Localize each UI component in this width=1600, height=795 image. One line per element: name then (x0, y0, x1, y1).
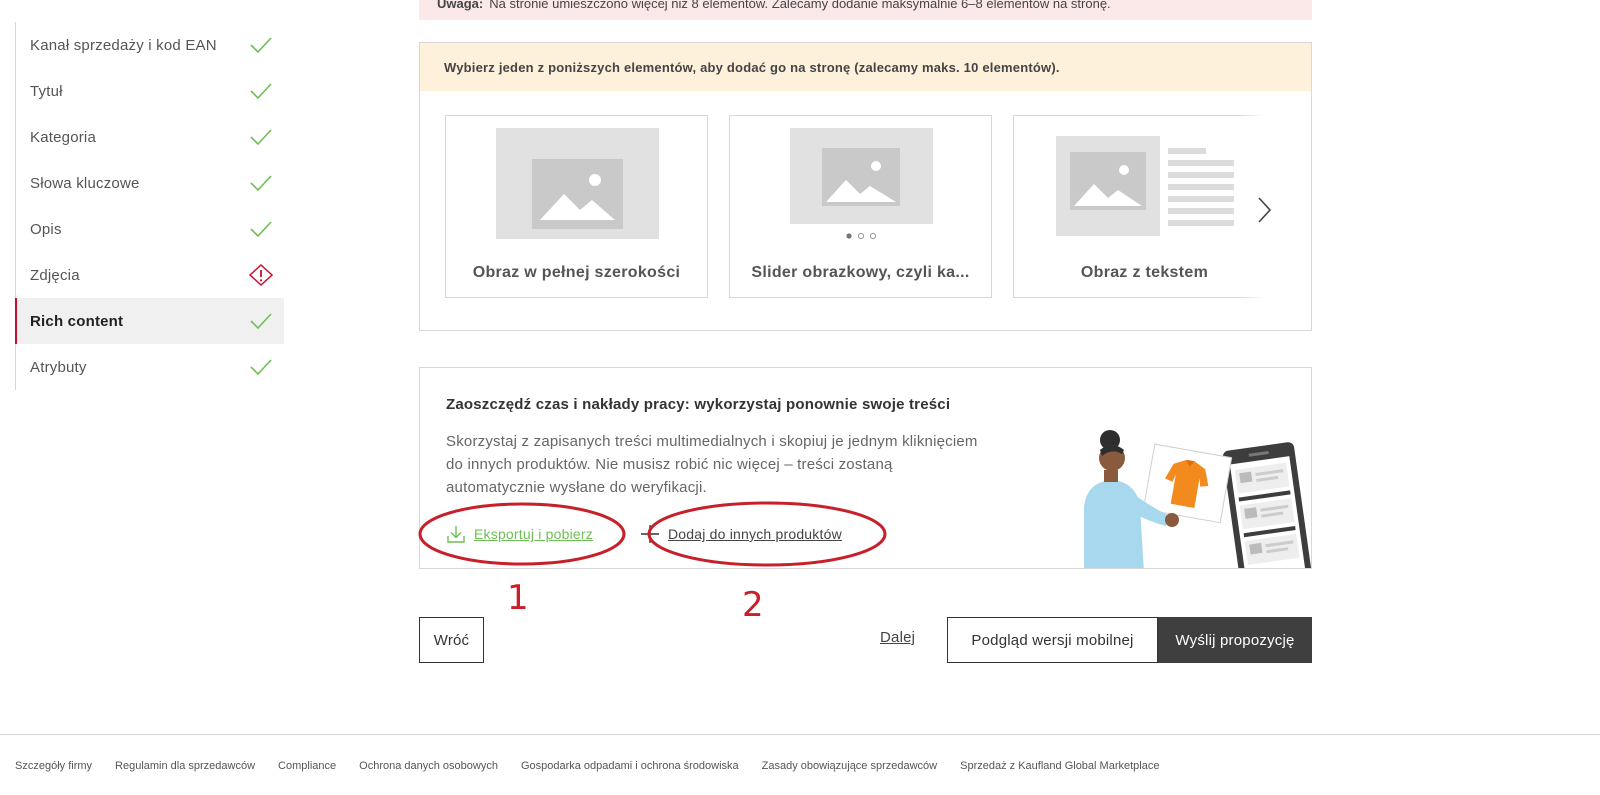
sidebar-item-label: Słowa kluczowe (30, 174, 140, 192)
footer-link-global-marketplace[interactable]: Sprzedaż z Kaufland Global Marketplace (960, 760, 1159, 772)
sidebar-item-attributes[interactable]: Atrybuty (16, 344, 284, 390)
sidebar-item-label: Tytuł (30, 82, 63, 100)
reuse-description-line: do innych produktów. Nie musisz robić ni… (446, 456, 893, 473)
check-icon (250, 37, 272, 54)
sidebar-item-label: Kategoria (30, 128, 97, 146)
element-chooser: Wybierz jeden z poniższych elementów, ab… (419, 42, 1312, 331)
sidebar-item-title[interactable]: Tytuł (16, 68, 284, 114)
sidebar-item-label: Rich content (30, 312, 124, 330)
footer-link-data-protection[interactable]: Ochrona danych osobowych (359, 760, 498, 772)
footer-link-seller-terms[interactable]: Regulamin dla sprzedawców (115, 760, 255, 772)
warning-diamond-icon (249, 264, 273, 286)
mobile-preview-button[interactable]: Podgląd wersji mobilnej (947, 617, 1158, 663)
tile-label: Obraz z tekstem (1080, 264, 1209, 281)
footer-link-seller-policies[interactable]: Zasady obowiązujące sprzedawców (762, 760, 937, 772)
sidebar-item-label: Kanał sprzedaży i kod EAN (30, 36, 217, 54)
chevron-right-icon (1258, 197, 1272, 223)
sidebar-item-description[interactable]: Opis (16, 206, 284, 252)
alert-text: Na stronie umieszczono więcej niż 8 elem… (489, 0, 1111, 11)
check-icon (250, 221, 272, 238)
step-sidebar: Kanał sprzedaży i kod EAN Tytuł Kategori… (15, 22, 284, 390)
annotation-number-2: 2 (742, 585, 764, 625)
check-icon (250, 129, 272, 146)
submit-proposal-button[interactable]: Wyślij propozycję (1158, 617, 1312, 663)
sidebar-item-label: Atrybuty (30, 358, 87, 376)
sidebar-item-rich-content[interactable]: Rich content (15, 298, 284, 344)
sidebar-item-label: Opis (30, 220, 62, 238)
annotation-number-1: 1 (507, 578, 529, 618)
check-icon (250, 175, 272, 192)
reuse-title: Zaoszczędź czas i nakłady pracy: wykorzy… (446, 396, 951, 413)
tile-carousel: Obraz w pełnej szerokości Slider obrazko… (420, 91, 1264, 330)
footer-divider (0, 734, 1600, 735)
check-icon (250, 359, 272, 376)
check-icon (250, 83, 272, 100)
image-full-width-icon (496, 128, 659, 239)
sidebar-item-label: Zdjęcia (30, 266, 80, 284)
tile-image-slider[interactable]: Slider obrazkowy, czyli ka... (729, 115, 992, 298)
add-to-other-products-link[interactable]: Dodaj do innych produktów (640, 522, 842, 546)
footer-link-compliance[interactable]: Compliance (278, 760, 336, 772)
sidebar-item-photos[interactable]: Zdjęcia (16, 252, 284, 298)
reuse-description-line: automatycznie wysłane do weryfikacji. (446, 479, 707, 496)
export-download-label: Eksportuj i pobierz (474, 526, 593, 542)
tile-label: Obraz w pełnej szerokości (472, 264, 681, 281)
tile-label: Slider obrazkowy, czyli ka... (751, 264, 970, 281)
image-slider-icon (790, 128, 933, 240)
check-icon (250, 313, 272, 330)
sidebar-item-keywords[interactable]: Słowa kluczowe (16, 160, 284, 206)
back-button[interactable]: Wróć (419, 617, 484, 663)
add-to-other-products-label: Dodaj do innych produktów (668, 526, 842, 542)
reuse-description: Skorzystaj z zapisanych treści multimedi… (446, 430, 1046, 499)
next-link[interactable]: Dalej (880, 629, 915, 646)
chooser-heading: Wybierz jeden z poniższych elementów, ab… (420, 43, 1311, 91)
too-many-elements-alert: Uwaga: Na stronie umieszczono więcej niż… (419, 0, 1312, 20)
tile-full-width-image[interactable]: Obraz w pełnej szerokości (445, 115, 708, 298)
export-download-link[interactable]: Eksportuj i pobierz (446, 522, 593, 546)
alert-prefix: Uwaga: (437, 0, 484, 11)
reuse-content-section: Zaoszczędź czas i nakłady pracy: wykorzy… (419, 367, 1312, 569)
sidebar-item-category[interactable]: Kategoria (16, 114, 284, 160)
reuse-content-illustration (1084, 430, 1311, 568)
footer-link-company-details[interactable]: Szczegóły firmy (15, 760, 92, 772)
download-icon (447, 526, 465, 543)
footer: Szczegóły firmy Regulamin dla sprzedawcó… (15, 760, 1182, 772)
plus-icon (641, 525, 659, 543)
image-with-text-icon (1056, 136, 1234, 236)
sidebar-item-sales-channel-ean[interactable]: Kanał sprzedaży i kod EAN (16, 22, 284, 68)
tile-image-with-text[interactable]: Obraz z tekstem (1013, 115, 1264, 298)
footer-link-waste-environment[interactable]: Gospodarka odpadami i ochrona środowiska (521, 760, 739, 772)
reuse-description-line: Skorzystaj z zapisanych treści multimedi… (446, 433, 978, 450)
carousel-next-button[interactable] (1249, 193, 1279, 227)
